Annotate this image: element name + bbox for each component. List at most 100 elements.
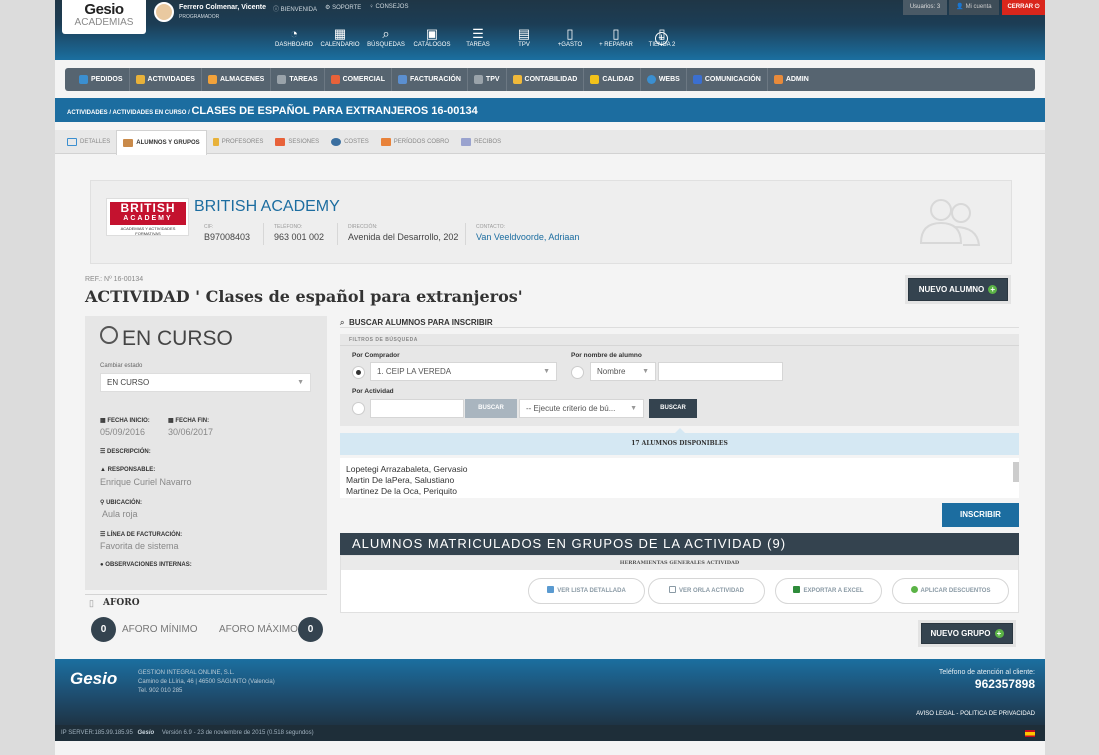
- shortcut-busquedas[interactable]: ⌕ BÚSQUEDAS: [363, 26, 409, 48]
- menu-tpv[interactable]: TPV: [468, 68, 507, 91]
- search-icon: ⌕: [340, 318, 345, 327]
- user-role: PROGRAMADOR: [179, 14, 220, 20]
- tab-periodos-cobro[interactable]: PERÍODOS COBRO: [375, 130, 455, 154]
- menu-admin[interactable]: ADMIN: [768, 68, 815, 91]
- discount-icon: [910, 586, 918, 593]
- euro-icon: [331, 138, 342, 146]
- bienvenida-link[interactable]: ⓘ BIENVENIDA: [273, 4, 317, 13]
- user-avatar[interactable]: [154, 2, 174, 22]
- buscar-actividad-button[interactable]: BUSCAR: [465, 399, 517, 418]
- tab-alumnos-grupos[interactable]: ALUMNOS Y GRUPOS: [116, 130, 207, 155]
- menu-tareas[interactable]: TAREAS: [271, 68, 325, 91]
- spain-flag-icon[interactable]: [1025, 730, 1035, 737]
- pedidos-icon: [79, 75, 88, 84]
- contacto-field: CONTACTO: Van Veeldvoorde, Adriaan: [465, 223, 579, 245]
- aplicar-descuentos-button[interactable]: APLICAR DESCUENTOS: [892, 578, 1009, 604]
- shortcut-dashboard[interactable]: ◔ DASHBOARD: [271, 26, 317, 48]
- caret-down-icon: ▼: [642, 368, 649, 375]
- cambiar-estado-select[interactable]: EN CURSO ▼: [100, 373, 311, 392]
- shortcut-calendario[interactable]: ▦ CALENDARIO: [317, 26, 363, 48]
- nombre-radio[interactable]: [571, 366, 584, 379]
- list-icon: [547, 586, 555, 593]
- menu-comunicacion[interactable]: COMUNICACIÓN: [687, 68, 768, 91]
- ver-orla-button[interactable]: VER ORLA ACTIVIDAD: [648, 578, 765, 604]
- comprador-label: Por Comprador: [352, 352, 400, 359]
- available-students-list[interactable]: Lopetegi Arrazabaleta, Gervasio Martin D…: [340, 458, 1019, 498]
- menu-comercial[interactable]: COMERCIAL: [325, 68, 392, 91]
- footer: Gesio GESTION INTEGRAL ONLINE, S.L. Cami…: [55, 659, 1045, 725]
- menu-actividades[interactable]: ACTIVIDADES: [130, 68, 202, 91]
- scrollbar[interactable]: [1013, 462, 1019, 482]
- add-shortcut-icon[interactable]: +: [655, 32, 668, 45]
- list-item[interactable]: Martin De laPera, Salustiano: [340, 475, 1019, 486]
- fecha-fin-value: 30/06/2017: [168, 427, 214, 437]
- shortcut-reparar[interactable]: ▯ + REPARAR: [593, 26, 639, 48]
- dashboard-icon: ◔: [290, 26, 298, 41]
- top-links: ⓘ BIENVENIDA ⚙ SOPORTE ♀ CONSEJOS: [273, 4, 408, 13]
- menu-contabilidad[interactable]: CONTABILIDAD: [507, 68, 585, 91]
- descripcion-label: ☰ DESCRIPCIÓN:: [100, 449, 151, 455]
- shortcut-tpv[interactable]: ▤ TPV: [501, 26, 547, 48]
- nombre-field-select[interactable]: Nombre ▼: [590, 362, 656, 381]
- teacher-icon: [212, 138, 219, 146]
- nombre-label: Por nombre de alumno: [571, 352, 642, 359]
- gesio-logo[interactable]: Gesio ACADEMIAS: [62, 0, 146, 34]
- comprador-select[interactable]: 1. CEIP LA VEREDA ▼: [370, 362, 557, 381]
- tools-label: HERRAMIENTAS GENERALES ACTIVIDAD: [341, 556, 1018, 570]
- company-name: BRITISH ACADEMY: [194, 198, 340, 215]
- cambiar-estado-label: Cambiar estado: [100, 363, 143, 369]
- menu-facturacion[interactable]: FACTURACIÓN: [392, 68, 468, 91]
- shortcut-tareas[interactable]: ☰ TAREAS: [455, 26, 501, 48]
- breadcrumb: ACTIVIDADES / ACTIVIDADES EN CURSO / CLA…: [55, 98, 1045, 122]
- actividad-label: Por Actividad: [352, 388, 394, 395]
- shortcut-gasto[interactable]: ▯ +GASTO: [547, 26, 593, 48]
- breadcrumb-path[interactable]: ACTIVIDADES / ACTIVIDADES EN CURSO /: [67, 110, 191, 116]
- tab-profesores[interactable]: PROFESORES: [207, 130, 270, 154]
- tab-detalles[interactable]: DETALLES: [61, 130, 116, 154]
- tab-sesiones[interactable]: SESIONES: [269, 130, 325, 154]
- tab-recibos[interactable]: RECIBOS: [455, 130, 507, 154]
- tab-costes[interactable]: COSTES: [325, 130, 375, 154]
- ubicacion-label: ⚲ UBICACIÓN:: [100, 500, 143, 506]
- activity-tools: HERRAMIENTAS GENERALES ACTIVIDAD VER LIS…: [340, 555, 1019, 613]
- ver-lista-detallada-button[interactable]: VER LISTA DETALLADA: [528, 578, 645, 604]
- menu-almacenes[interactable]: ALMACENES: [202, 68, 272, 91]
- footer-logo: Gesio: [70, 669, 118, 688]
- menu-calidad[interactable]: CALIDAD: [584, 68, 641, 91]
- buscar-button[interactable]: BUSCAR: [649, 399, 697, 418]
- top-bar: Gesio ACADEMIAS Ferrero Colmenar, Vicent…: [55, 0, 1045, 60]
- criterio-select[interactable]: -- Ejecute criterio de bú... ▼: [519, 399, 644, 418]
- soporte-link[interactable]: ⚙ SOPORTE: [325, 4, 361, 13]
- company-card: BRITISH ACADEMY ACADEMIAS Y ACTIVIDADES F…: [90, 180, 1012, 264]
- tab-bar: DETALLES ALUMNOS Y GRUPOS PROFESORES SES…: [55, 130, 1045, 155]
- comprador-radio[interactable]: [352, 366, 365, 379]
- menu-pedidos[interactable]: PEDIDOS: [73, 68, 130, 91]
- ubicacion-value: Aula roja: [102, 509, 138, 519]
- exportar-excel-button[interactable]: EXPORTAR A EXCEL: [775, 578, 882, 604]
- actividad-input[interactable]: [370, 399, 464, 418]
- consejos-link[interactable]: ♀ CONSEJOS: [369, 4, 408, 13]
- bottom-logo: Gesio: [137, 730, 155, 736]
- caret-down-icon: ▼: [543, 368, 550, 375]
- telefono-field: TELÉFONO: 963 001 002: [263, 223, 324, 245]
- status-panel: EN CURSO Cambiar estado EN CURSO ▼ ▦ FECH…: [85, 316, 327, 590]
- nombre-input[interactable]: [658, 362, 783, 381]
- available-count: 17 ALUMNOS DISPONIBLES: [340, 428, 1019, 455]
- almacenes-icon: [207, 75, 217, 84]
- caret-down-icon: ▼: [297, 379, 304, 386]
- star-icon: [590, 75, 600, 84]
- filtros-label: FILTROS DE BÚSQUEDA: [349, 337, 418, 343]
- menu-webs[interactable]: WEBS: [641, 68, 687, 91]
- nuevo-alumno-button[interactable]: NUEVO ALUMNO +: [908, 278, 1008, 301]
- legal-links[interactable]: AVISO LEGAL - POLITICA DE PRIVACIDAD: [916, 711, 1035, 717]
- matriculados-header: ALUMNOS MATRICULADOS EN GRUPOS DE LA ACT…: [340, 533, 1019, 555]
- shortcut-catalogos[interactable]: ▣ CATÁLOGOS: [409, 26, 455, 48]
- user-name[interactable]: Ferrero Colmenar, Vicente: [179, 4, 266, 11]
- cerrar-button[interactable]: CERRAR ⏻: [1002, 0, 1045, 15]
- actividad-radio[interactable]: [352, 402, 365, 415]
- list-item[interactable]: Lopetegi Arrazabaleta, Gervasio: [340, 458, 1019, 475]
- list-item[interactable]: Martinez De la Oca, Periquito: [340, 486, 1019, 497]
- mi-cuenta-button[interactable]: 👤 Mi cuenta: [949, 0, 999, 15]
- inscribir-button[interactable]: INSCRIBIR: [942, 503, 1019, 527]
- nuevo-grupo-button[interactable]: NUEVO GRUPO +: [921, 623, 1013, 644]
